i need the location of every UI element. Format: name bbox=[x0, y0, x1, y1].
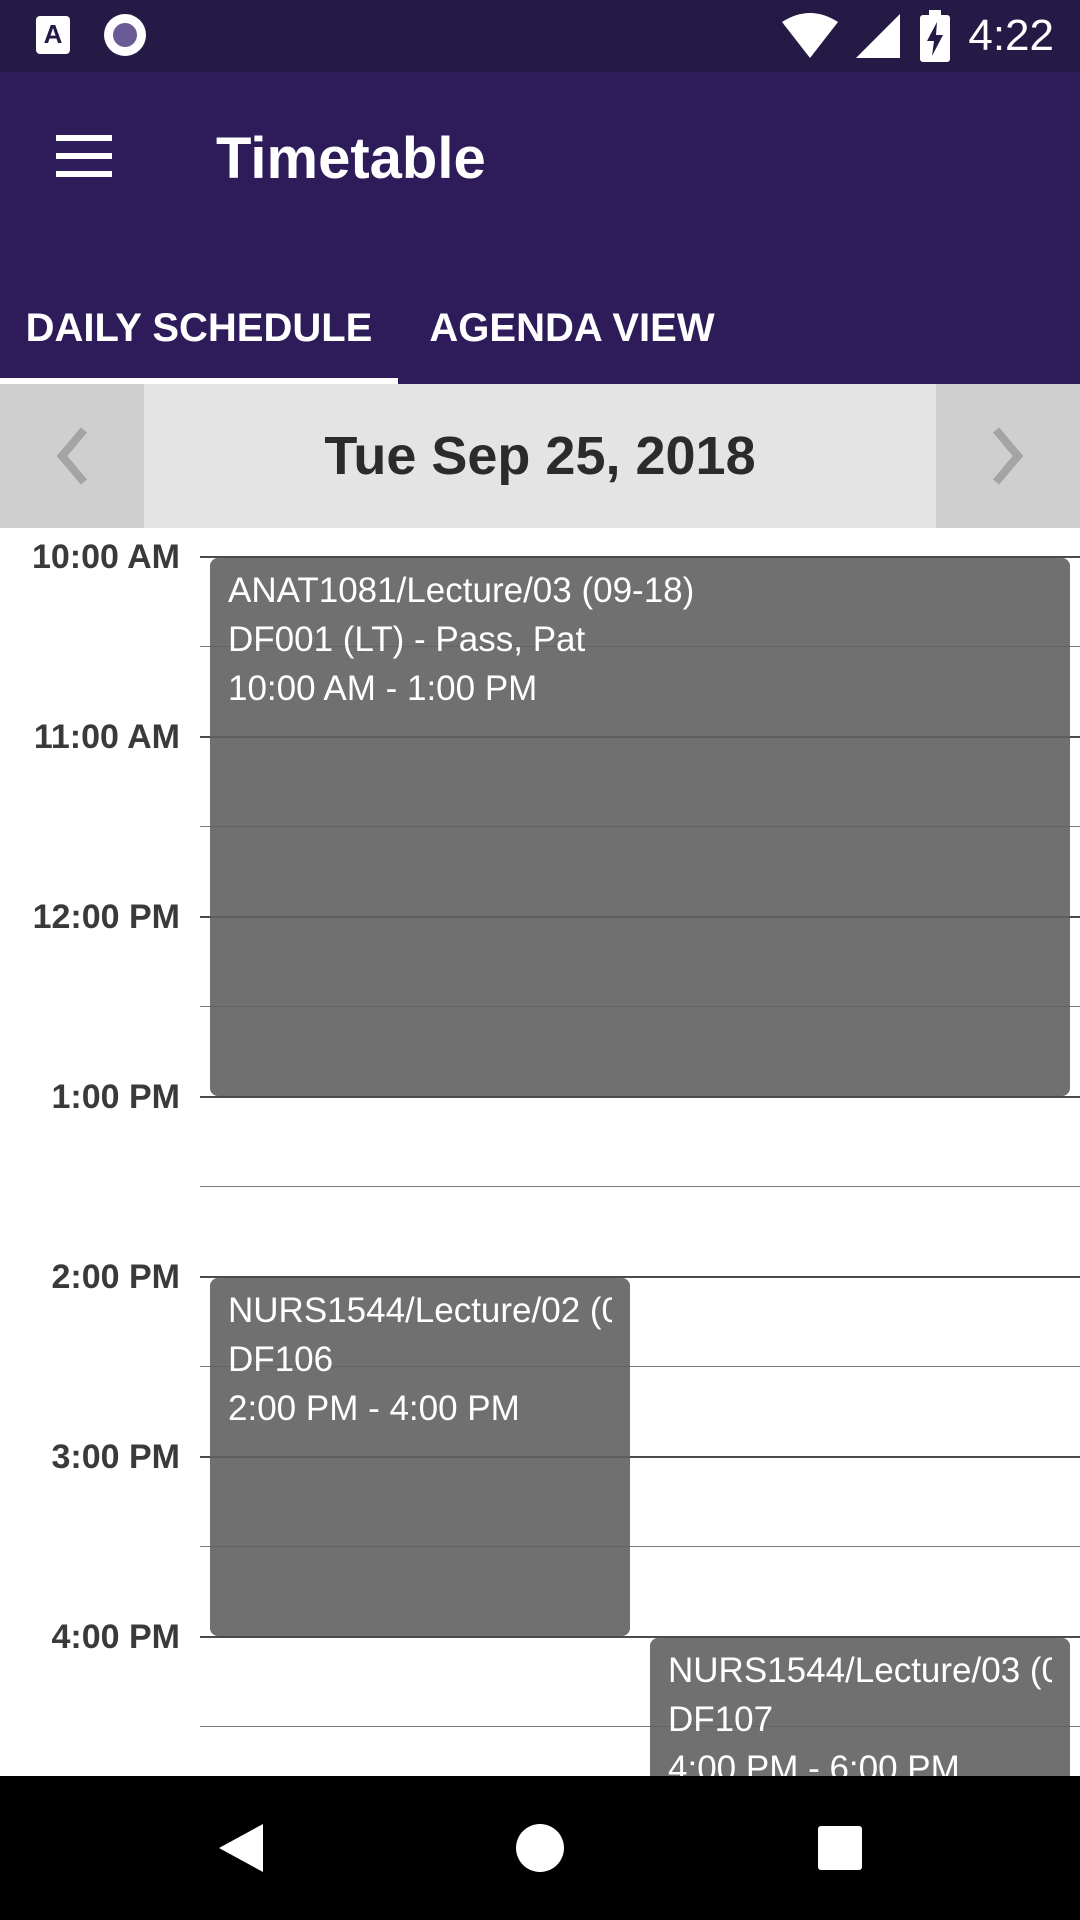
back-button[interactable] bbox=[196, 1812, 286, 1884]
event-title: ANAT1081/Lecture/03 (09-18) bbox=[228, 571, 695, 610]
half-hour-line bbox=[200, 1186, 1080, 1187]
event-title: NURS1544/Lecture/03 (0 bbox=[668, 1651, 1052, 1690]
daily-schedule-grid[interactable]: 10:00 AM 11:00 AM 12:00 PM 1:00 PM 2:00 … bbox=[0, 528, 1080, 1776]
tab-bar: DAILY SCHEDULE AGENDA VIEW bbox=[0, 272, 1080, 384]
status-bar: A 4:22 bbox=[0, 0, 1080, 72]
event-time: 4:00 PM - 6:00 PM bbox=[668, 1749, 960, 1776]
hamburger-menu-icon[interactable] bbox=[38, 120, 128, 192]
back-icon bbox=[219, 1824, 263, 1872]
a-notification-icon: A bbox=[36, 16, 70, 54]
event-room: DF001 (LT) - Pass, Pat bbox=[228, 620, 586, 659]
wifi-icon bbox=[782, 13, 839, 58]
app-bar: Timetable DAILY SCHEDULE AGENDA VIEW bbox=[0, 72, 1080, 384]
event-time: 10:00 AM - 1:00 PM bbox=[228, 669, 538, 708]
system-nav-bar bbox=[0, 1776, 1080, 1920]
time-label: 12:00 PM bbox=[32, 898, 180, 936]
tab-agenda-view[interactable]: AGENDA VIEW bbox=[398, 272, 746, 384]
event-card[interactable]: NURS1544/Lecture/02 (0 DF106 2:00 PM - 4… bbox=[210, 1278, 630, 1636]
time-label: 10:00 AM bbox=[31, 538, 180, 576]
chevron-left-icon bbox=[56, 427, 88, 485]
time-label: 4:00 PM bbox=[51, 1618, 181, 1656]
time-label: 3:00 PM bbox=[51, 1438, 181, 1476]
event-card[interactable]: ANAT1081/Lecture/03 (09-18) DF001 (LT) -… bbox=[210, 558, 1070, 1096]
event-card[interactable]: NURS1544/Lecture/03 (0 DF107 4:00 PM - 6… bbox=[650, 1638, 1070, 1776]
circle-app-icon bbox=[104, 14, 146, 56]
hour-line bbox=[200, 1096, 1080, 1098]
battery-charging-icon bbox=[920, 10, 951, 62]
current-date: Tue Sep 25, 2018 bbox=[324, 426, 756, 486]
event-room: DF106 bbox=[228, 1340, 334, 1379]
time-label: 11:00 AM bbox=[33, 718, 180, 756]
event-room: DF107 bbox=[668, 1700, 774, 1739]
date-navigator: Tue Sep 25, 2018 bbox=[0, 384, 1080, 528]
recents-button[interactable] bbox=[795, 1812, 885, 1884]
page-title: Timetable bbox=[216, 126, 486, 191]
recents-icon bbox=[818, 1826, 862, 1870]
previous-day-button[interactable] bbox=[0, 384, 144, 528]
status-time: 4:22 bbox=[968, 11, 1054, 60]
home-icon bbox=[516, 1824, 564, 1872]
time-label: 1:00 PM bbox=[51, 1078, 181, 1116]
event-title: NURS1544/Lecture/02 (0 bbox=[228, 1291, 612, 1330]
next-day-button[interactable] bbox=[936, 384, 1080, 528]
home-button[interactable] bbox=[495, 1812, 585, 1884]
signal-icon bbox=[856, 14, 901, 58]
tab-daily-schedule[interactable]: DAILY SCHEDULE bbox=[0, 272, 398, 384]
time-label: 2:00 PM bbox=[51, 1258, 181, 1296]
event-time: 2:00 PM - 4:00 PM bbox=[228, 1389, 520, 1428]
chevron-right-icon bbox=[992, 427, 1024, 485]
